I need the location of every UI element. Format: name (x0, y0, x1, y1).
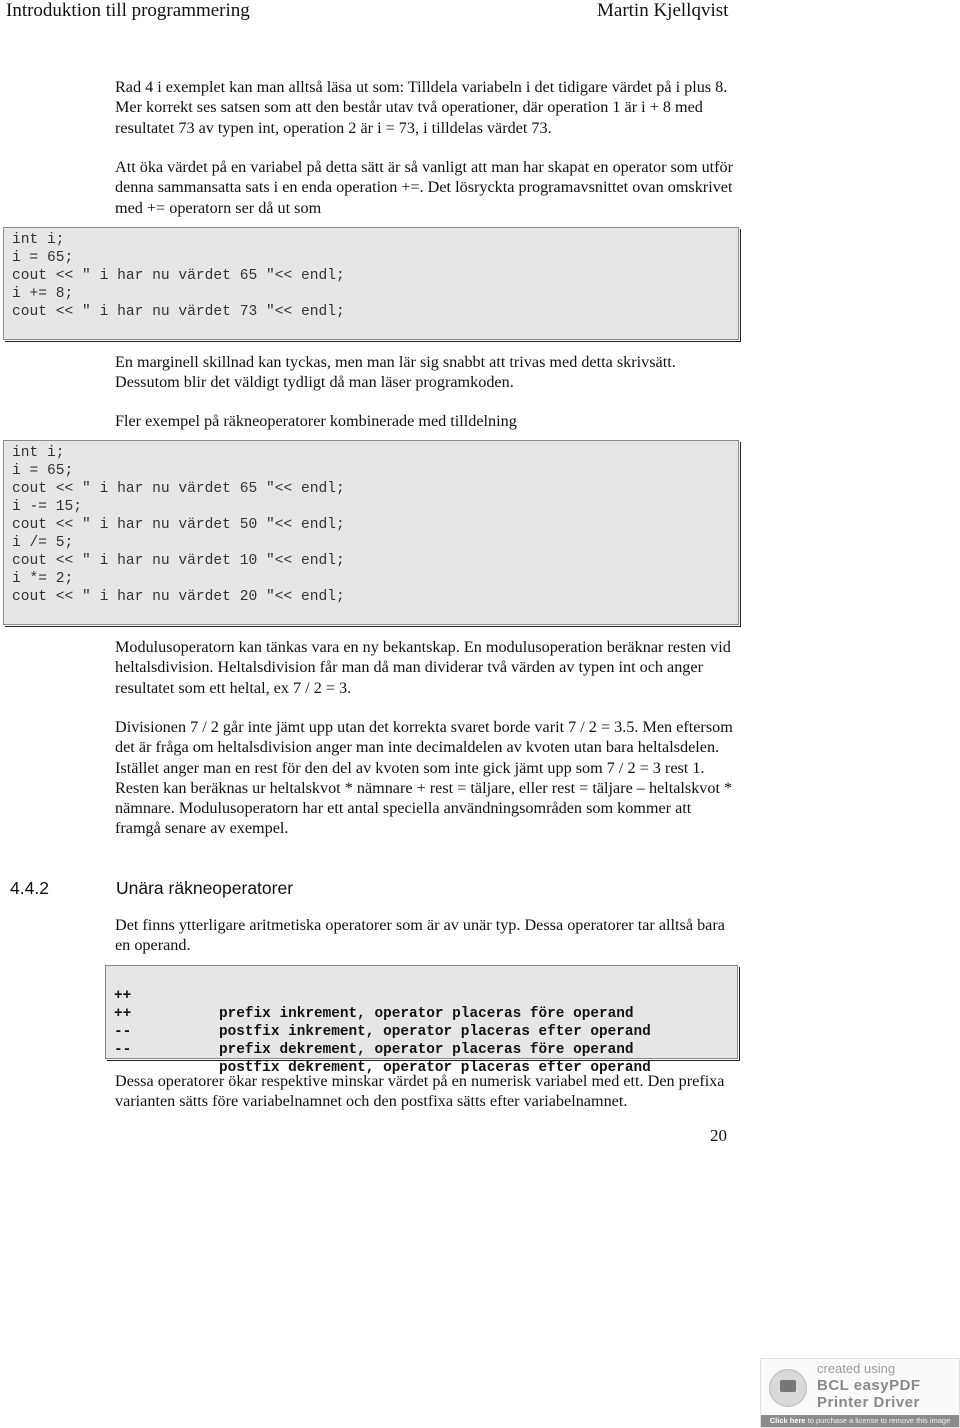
paragraph-text: Modulusoperatorn kan tänkas vara en ny b… (115, 638, 731, 697)
section-number: 4.4.2 (10, 878, 49, 898)
code-line: i = 65; (12, 250, 74, 266)
code-line: cout << " i har nu värdet 73 "<< endl; (12, 304, 345, 320)
paragraph-text: Divisionen 7 / 2 går inte jämt upp utan … (115, 718, 733, 838)
code-line: cout << " i har nu värdet 50 "<< endl; (12, 517, 345, 533)
paragraph-rad4: Rad 4 i exemplet kan man alltså läsa ut … (115, 77, 735, 138)
code-line: cout << " i har nu värdet 65 "<< endl; (12, 481, 345, 497)
paragraph-unary-intro: Det finns ytterligare aritmetiska operat… (115, 915, 735, 956)
code-line: i = 65; (12, 463, 74, 479)
paragraph-text: Fler exempel på räkneoperatorer kombiner… (115, 412, 517, 430)
paragraph-division-explanation: Divisionen 7 / 2 går inte jämt upp utan … (115, 717, 735, 839)
code-line: cout << " i har nu värdet 20 "<< endl; (12, 589, 345, 605)
code-line: int i; (12, 445, 65, 461)
page-number: 20 (710, 1126, 727, 1145)
section-title: Unära räkneoperatorer (116, 878, 294, 898)
pdf-watermark-banner[interactable]: created using BCL easyPDF Printer Driver… (760, 1358, 960, 1428)
document-header-author: Martin Kjellqvist (597, 0, 729, 21)
code-line: i += 8; (12, 286, 74, 302)
code-line: int i; (12, 232, 65, 248)
operator-row: -- postfix dekrement, operator placeras … (114, 1023, 737, 1076)
paragraph-text: Rad 4 i exemplet kan man alltså läsa ut … (115, 78, 728, 137)
printer-icon (769, 1369, 807, 1407)
purchase-license-link[interactable]: Click here to purchase a license to remo… (761, 1415, 959, 1427)
code-line: i *= 2; (12, 571, 74, 587)
purchase-license-text: to purchase a license to remove this ima… (805, 1416, 951, 1425)
paragraph-modulus-intro: Modulusoperatorn kan tänkas vara en ny b… (115, 637, 735, 698)
document-header-title: Introduktion till programmering (6, 0, 250, 21)
click-here-link[interactable]: Click here (770, 1416, 806, 1425)
paragraph-increment-decrement: Dessa operatorer ökar respektive minskar… (115, 1071, 735, 1112)
paragraph-text: Det finns ytterligare aritmetiska operat… (115, 916, 725, 955)
code-block-compound-assignments: int i; i = 65; cout << " i har nu värdet… (3, 440, 739, 625)
code-line: cout << " i har nu värdet 65 "<< endl; (12, 268, 345, 284)
paragraph-text: Att öka värdet på en variabel på detta s… (115, 158, 734, 217)
code-line: i -= 15; (12, 499, 83, 515)
code-line: cout << " i har nu värdet 10 "<< endl; (12, 553, 345, 569)
operator-row: -- prefix dekrement, operator placeras f… (114, 1005, 737, 1058)
operator-description: prefix dekrement, operator placeras före… (219, 1042, 634, 1058)
watermark-line2: BCL easyPDF (817, 1377, 921, 1394)
watermark-line1: created using (817, 1361, 896, 1376)
operator-symbol: -- (114, 1042, 132, 1058)
paragraph-compound-operator: Att öka värdet på en variabel på detta s… (115, 157, 735, 218)
code-line: i /= 5; (12, 535, 74, 551)
paragraph-text: Dessa operatorer ökar respektive minskar… (115, 1072, 725, 1111)
watermark-line3: Printer Driver (817, 1394, 920, 1411)
paragraph-more-examples: Fler exempel på räkneoperatorer kombiner… (115, 411, 735, 431)
paragraph-text: En marginell skillnad kan tyckas, men ma… (115, 353, 676, 392)
operator-row: ++ postfix inkrement, operator placeras … (114, 987, 737, 1040)
operator-table: ++ prefix inkrement, operator placeras f… (105, 965, 738, 1076)
paragraph-marginal-difference: En marginell skillnad kan tyckas, men ma… (115, 352, 735, 393)
code-block-plus-equals: int i; i = 65; cout << " i har nu värdet… (3, 227, 739, 340)
operator-row: ++ prefix inkrement, operator placeras f… (114, 969, 737, 1022)
